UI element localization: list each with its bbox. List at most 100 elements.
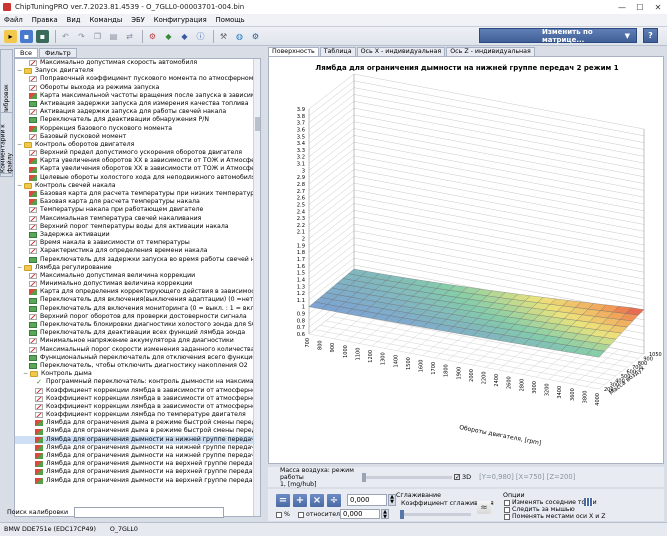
tree-item[interactable]: ✓ Программный переключатель: контроль дым…	[15, 378, 260, 386]
tree-folder[interactable]: − Контроль оборотов двигателя	[15, 141, 260, 149]
compare-icon[interactable]: ⇄	[123, 30, 136, 43]
tree-item[interactable]: Максимально допустимая скорость автомоби…	[15, 59, 260, 67]
tree-item[interactable]: Переключатель для включения(выключения а…	[15, 296, 260, 304]
tree-scrollbar[interactable]	[253, 59, 260, 516]
tree-item[interactable]: Базовая карта для расчета температуры на…	[15, 198, 260, 206]
help-button[interactable]: ?	[643, 28, 658, 43]
globe-icon[interactable]: ◍	[233, 30, 246, 43]
tree-item[interactable]: Коэффициент коррекции лямбда по температ…	[15, 411, 260, 419]
tree-item[interactable]: Верхний порог оборотов для проверки дост…	[15, 313, 260, 321]
settings-icon[interactable]: ⚙	[249, 30, 262, 43]
smooth-apply-button[interactable]: ≈	[477, 501, 491, 514]
menu-edit[interactable]: Правка	[32, 16, 58, 24]
tree-item[interactable]: Максимальный порог скорости изменения за…	[15, 346, 260, 354]
tree-item[interactable]: Максимально допустимая величина коррекци…	[15, 272, 260, 280]
tree-item[interactable]: Максимальная температура свечей накалива…	[15, 215, 260, 223]
tree-item[interactable]: Верхний предел допустимого ускорения обо…	[15, 149, 260, 157]
expand-toggle-icon[interactable]: −	[17, 264, 24, 272]
tree-item[interactable]: Задержка активации	[15, 231, 260, 239]
tree-item[interactable]: Лямбда для ограничения дымности на верхн…	[15, 460, 260, 468]
expand-toggle-icon[interactable]: −	[17, 67, 24, 75]
tree-item[interactable]: Целевые обороты холостого хода для непод…	[15, 174, 260, 182]
tree-item[interactable]: Лямбда для ограничения дымности на верхн…	[15, 468, 260, 476]
tree-item[interactable]: Переключатель для задержки запуска во вр…	[15, 256, 260, 264]
tree-item[interactable]: Активация задержки запуска для работы св…	[15, 108, 260, 116]
tree-folder[interactable]: − Контроль дыма	[15, 370, 260, 378]
file-comments-tab[interactable]: Комментарии к файлу	[0, 112, 14, 174]
read-icon[interactable]: ◆	[162, 30, 175, 43]
tree-item[interactable]: Обороты выхода из режима запуска	[15, 84, 260, 92]
tree-item[interactable]: Переключатель для деактивации обнаружени…	[15, 116, 260, 124]
slider-handle[interactable]	[362, 472, 366, 482]
tree-item[interactable]: Карта увеличения оборотов ХХ в зависимос…	[15, 165, 260, 173]
tree-item[interactable]: Переключатель для деактивации всех функц…	[15, 329, 260, 337]
relative-input[interactable]: 0,000	[340, 509, 380, 519]
tree-item[interactable]: Температуры накала при работающем двигат…	[15, 206, 260, 214]
tree-item[interactable]: Минимально допустимая величина коррекции	[15, 280, 260, 288]
tree-item[interactable]: Лямбда для ограничения дымности на нижне…	[15, 452, 260, 460]
close-icon[interactable]: ✕	[649, 0, 667, 14]
expand-toggle-icon[interactable]: −	[17, 141, 24, 149]
tree-item[interactable]: Базовая карта для расчета температуры пр…	[15, 190, 260, 198]
tree-item[interactable]: Карта для определения корректирующего де…	[15, 288, 260, 296]
tree-item[interactable]: Время накала в зависимости от температур…	[15, 239, 260, 247]
expand-toggle-icon[interactable]: −	[17, 182, 24, 190]
scrollbar-thumb[interactable]	[255, 117, 260, 131]
tree-item[interactable]: Лямбда для ограничения дымности на верхн…	[15, 477, 260, 485]
redo-icon[interactable]: ↷	[75, 30, 88, 43]
tree-item[interactable]: Функциональный переключатель для отключе…	[15, 354, 260, 362]
air-mass-slider[interactable]	[362, 472, 452, 482]
surface-chart[interactable]: Лямбда для ограничения дымности на нижне…	[268, 56, 664, 464]
tab-filter[interactable]: Фильтр	[39, 48, 77, 58]
tool-icon[interactable]: ⚒	[217, 30, 230, 43]
tree-item[interactable]: Поправочный коэффициент пускового момент…	[15, 75, 260, 83]
value-spinner[interactable]: ▲ ▼	[388, 494, 396, 506]
tree-folder[interactable]: − Лямбда регулирование	[15, 264, 260, 272]
tree-item[interactable]: Характеристика для определения времени н…	[15, 247, 260, 255]
relative-spinner[interactable]: ▲ ▼	[381, 509, 389, 520]
add-value-button[interactable]: +	[293, 494, 307, 507]
percent-checkbox[interactable]: %	[276, 511, 290, 518]
smoothing-handle[interactable]	[400, 510, 404, 519]
tree-item[interactable]: Коэффициент коррекции лямбда в зависимос…	[15, 387, 260, 395]
menu-help[interactable]: Помощь	[216, 16, 245, 24]
tree-item[interactable]: Лямбда для ограничения дымности на нижне…	[15, 435, 260, 444]
checksum-icon[interactable]: ⚙	[146, 30, 159, 43]
menu-config[interactable]: Конфигурация	[154, 16, 207, 24]
expand-toggle-icon[interactable]: −	[23, 370, 30, 378]
open-folder-icon[interactable]: ▸	[4, 29, 17, 43]
undo-icon[interactable]: ↶	[59, 30, 72, 43]
tree-item[interactable]: Коррекция базового пускового момента	[15, 125, 260, 133]
divide-value-button[interactable]: ÷	[327, 494, 341, 507]
save-icon[interactable]: ▪	[20, 29, 33, 43]
tree-item[interactable]: Коэффициент коррекции лямбда в зависимос…	[15, 403, 260, 411]
copy-icon[interactable]: ❐	[91, 30, 104, 43]
change-by-matrix-button[interactable]: Изменить по матрице... ▼	[479, 28, 637, 44]
menu-file[interactable]: Файл	[4, 16, 23, 24]
smoothing-slider[interactable]	[400, 510, 471, 519]
option-swap-axes[interactable]: Поменять местами оси X и Z	[504, 513, 605, 520]
tree-item[interactable]: Активация задержки запуска для измерения…	[15, 100, 260, 108]
option-follow-mouse[interactable]: Следить за мышью	[504, 506, 575, 513]
tree-item[interactable]: Переключатель для включения мониторинга …	[15, 305, 260, 313]
info-icon[interactable]: ⓘ	[194, 30, 207, 43]
tree-item[interactable]: Лямбда для ограничения дыма в режиме быс…	[15, 427, 260, 435]
menu-view[interactable]: Вид	[67, 16, 81, 24]
option-neighbor-points[interactable]: Изменять соседние точки	[504, 499, 597, 506]
value-input[interactable]: 0,000	[347, 494, 387, 506]
tab-all[interactable]: Все	[14, 48, 39, 58]
menu-commands[interactable]: Команды	[89, 16, 122, 24]
set-value-button[interactable]: =	[276, 494, 290, 507]
tree-item[interactable]: Карта максимальной частоты вращения посл…	[15, 92, 260, 100]
tree-item[interactable]: Базовый пусковой момент	[15, 133, 260, 141]
3d-checkbox[interactable]: ✓ 3D	[454, 473, 471, 481]
tree-item[interactable]: Карта увеличения оборотов ХХ в зависимос…	[15, 157, 260, 165]
tree-item[interactable]: Лямбда для ограничения дыма в режиме быс…	[15, 419, 260, 427]
menu-ecu[interactable]: ЭБУ	[131, 16, 145, 24]
tree-item[interactable]: Переключатель, чтобы отключить диагности…	[15, 362, 260, 370]
maximize-icon[interactable]: ☐	[631, 0, 649, 14]
tree-item[interactable]: Верхний порог температуры воды для актив…	[15, 223, 260, 231]
grid-icon[interactable]	[584, 498, 593, 506]
tree-item[interactable]: Минимальное напряжение аккумулятора для …	[15, 337, 260, 345]
chart-svg[interactable]: Лямбда для ограничения дымности на нижне…	[269, 57, 665, 465]
